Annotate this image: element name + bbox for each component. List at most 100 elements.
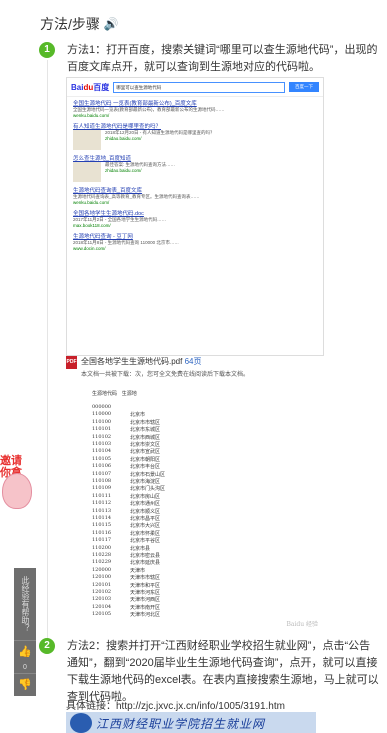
table-row: 120103 天津市河西区: [92, 596, 160, 603]
region-name: 北京市海淀区: [130, 479, 161, 485]
table-row: 110114 北京市昌平区: [92, 515, 160, 522]
section-title: 方法/步骤: [40, 16, 100, 32]
search-button: 百度一下: [289, 82, 319, 92]
region-name: 北京市崇文区: [130, 442, 161, 448]
pdf-file-icon: PDF: [66, 356, 77, 369]
step-text: 方法1：打开百度，搜索关键词“哪里可以查生源地代码”，出现的百度文库点开，就可以…: [67, 44, 378, 73]
region-name: 北京市顺义区: [130, 508, 161, 515]
result-url: wenku.baidu.com/: [73, 113, 110, 118]
result-item: 怎么查生源地_百度知道 最佳答案: 生源地代码查询方法…… zhidao.bai…: [67, 152, 323, 184]
banner-title: 江西财经职业学院招生就业网: [96, 717, 266, 731]
result-title: 生源地代码查询 - 豆丁网: [73, 234, 133, 240]
region-code: 110113: [92, 507, 112, 514]
table-row: 110111 北京市房山区: [92, 493, 160, 500]
table-row: 110101 北京市东城区: [92, 426, 160, 433]
result-url: www.docin.com/: [73, 246, 106, 251]
result-url: zhidao.baidu.com/: [105, 168, 142, 173]
region-code-table[interactable]: 生源地代码 生源地 000000 110000 北京市 110100 北京市市辖区 110…: [66, 382, 322, 632]
table-row: 110108 北京市海淀区: [92, 478, 160, 485]
result-item: 生源地代码查询 - 豆丁网 2018年11月8日 - 生源地代码查询 11000…: [67, 230, 323, 253]
link-label: 具体链接：: [66, 701, 116, 712]
region-name: 北京市怀柔区: [130, 530, 161, 537]
result-title: 生源地代码查询表_百度文库: [73, 188, 143, 194]
region-name: 天津市市辖区: [130, 575, 161, 582]
feedback-panel: 此经验有帮助？ 👍 0 👎: [14, 568, 36, 696]
region-code: 110111: [92, 492, 112, 499]
region-code: 110116: [92, 529, 112, 536]
result-url: wenku.baidu.com/: [73, 200, 110, 205]
region-code: 110100: [92, 418, 112, 425]
region-name: 北京市房山区: [130, 493, 161, 500]
table-row: 110112 北京市通州区: [92, 500, 160, 507]
result-title: 怎么查生源地_百度知道: [73, 156, 132, 162]
pdf-page-count: 64页: [184, 357, 202, 366]
region-code: 120101: [92, 581, 112, 588]
table-row: 110109 北京市门头沟区: [92, 485, 165, 492]
region-code: 120103: [92, 596, 112, 603]
result-url: zhidao.baidu.com/: [105, 136, 142, 141]
table-row: 110228 北京市密云县: [92, 552, 160, 559]
region-code: 110117: [92, 537, 112, 544]
region-name: 北京市朝阳区: [130, 456, 161, 463]
table-header-code: 生源地代码: [92, 391, 118, 397]
baidu-logo: Baidu百度: [71, 82, 110, 92]
school-banner-image[interactable]: 江西财经职业学院招生就业网: [66, 712, 316, 733]
region-name: 天津市河北区: [130, 612, 161, 619]
region-name: 天津市南开区: [130, 604, 161, 611]
result-thumbnail: [73, 162, 101, 182]
region-name: 北京市县: [130, 545, 151, 552]
thumbs-down-icon[interactable]: 👎: [14, 673, 36, 696]
region-name: 北京市门头沟区: [130, 486, 166, 493]
region-code: 110000: [92, 411, 112, 418]
region-code: 110229: [92, 559, 112, 566]
specific-link: 具体链接：http://zjc.jxvc.jx.cn/info/1005/319…: [66, 697, 285, 712]
speaker-icon[interactable]: 🔊: [104, 17, 119, 31]
region-code: 120100: [92, 574, 112, 581]
pdf-download-label: 本文档一共被下载：: [81, 372, 136, 378]
table-row: 110100 北京市市辖区: [92, 419, 160, 426]
result-url: max.book118.com/: [73, 223, 111, 228]
region-code: 120105: [92, 611, 112, 618]
result-thumbnail: [73, 130, 101, 150]
watermark: Baidu 经验: [286, 621, 318, 628]
pig-mascot-icon: [2, 473, 32, 509]
table-row: 110113 北京市顺义区: [92, 508, 160, 515]
region-name: 北京市石景山区: [130, 471, 166, 478]
like-count: 0: [23, 664, 27, 671]
table-row: 120000 天津市: [92, 567, 145, 574]
step-1-screenshot[interactable]: Baidu百度 哪里可以查生源地代码 百度一下 全国生源地代码 一览表(教育部最…: [66, 77, 324, 356]
helpful-prompt: 此经验有帮助？: [21, 576, 30, 632]
region-name: 北京市市辖区: [130, 419, 161, 426]
region-name: 天津市: [130, 567, 146, 574]
floating-ad[interactable]: 邀请 你拿: [0, 455, 34, 565]
link-url[interactable]: http://zjc.jxvc.jx.cn/info/1005/3191.htm: [116, 701, 285, 712]
region-name: 北京市通州区: [130, 501, 161, 508]
region-code: 110107: [92, 470, 112, 477]
table-row: 110000 北京市: [92, 411, 145, 418]
region-name: 北京市丰台区: [130, 464, 161, 471]
region-name: 北京市延庆县: [130, 560, 161, 567]
table-row: 120102 天津市河东区: [92, 589, 160, 596]
table-row: 110102 北京市西城区: [92, 434, 160, 441]
region-code: 110112: [92, 500, 112, 507]
step-number-badge: 2: [39, 638, 55, 654]
region-code: 110101: [92, 426, 112, 433]
pdf-download-note: 次，您可全文免费在线阅读后下载本文档。: [135, 372, 250, 378]
table-row: 110104 北京市宣武区: [92, 448, 160, 455]
table-row: 110116 北京市怀柔区: [92, 530, 160, 537]
table-row: 110105 北京市朝阳区: [92, 456, 160, 463]
pdf-document-header[interactable]: PDF 全国各地学生生源地代码.pdf 64页 本文档一共被下载：次，您可全文免…: [66, 356, 322, 378]
result-title: 全国生源地代码 一览表(教育部最新公布)_百度文库: [73, 101, 197, 107]
result-item: 全国生源地代码 一览表(教育部最新公布)_百度文库 全国生源地代码一览表(教育部…: [67, 97, 323, 120]
table-row: 120104 天津市南开区: [92, 604, 160, 611]
table-row: 110117 北京市平谷区: [92, 537, 160, 544]
step-text: 方法2：搜索并打开“江西财经职业学校招生就业网”，点击“公告通知”，翻到“202…: [67, 640, 379, 703]
result-title: 有人知道生源地代码是哪里查的吗？: [73, 124, 162, 130]
table-row: 120105 天津市河北区: [92, 611, 160, 618]
section-header: 方法/步骤 🔊: [40, 14, 119, 34]
region-code: 110104: [92, 448, 112, 455]
thumbs-up-icon[interactable]: 👍: [14, 640, 36, 663]
region-code: 120104: [92, 603, 112, 610]
school-logo-icon: [70, 713, 92, 733]
search-input: 哪里可以查生源地代码: [113, 81, 285, 93]
